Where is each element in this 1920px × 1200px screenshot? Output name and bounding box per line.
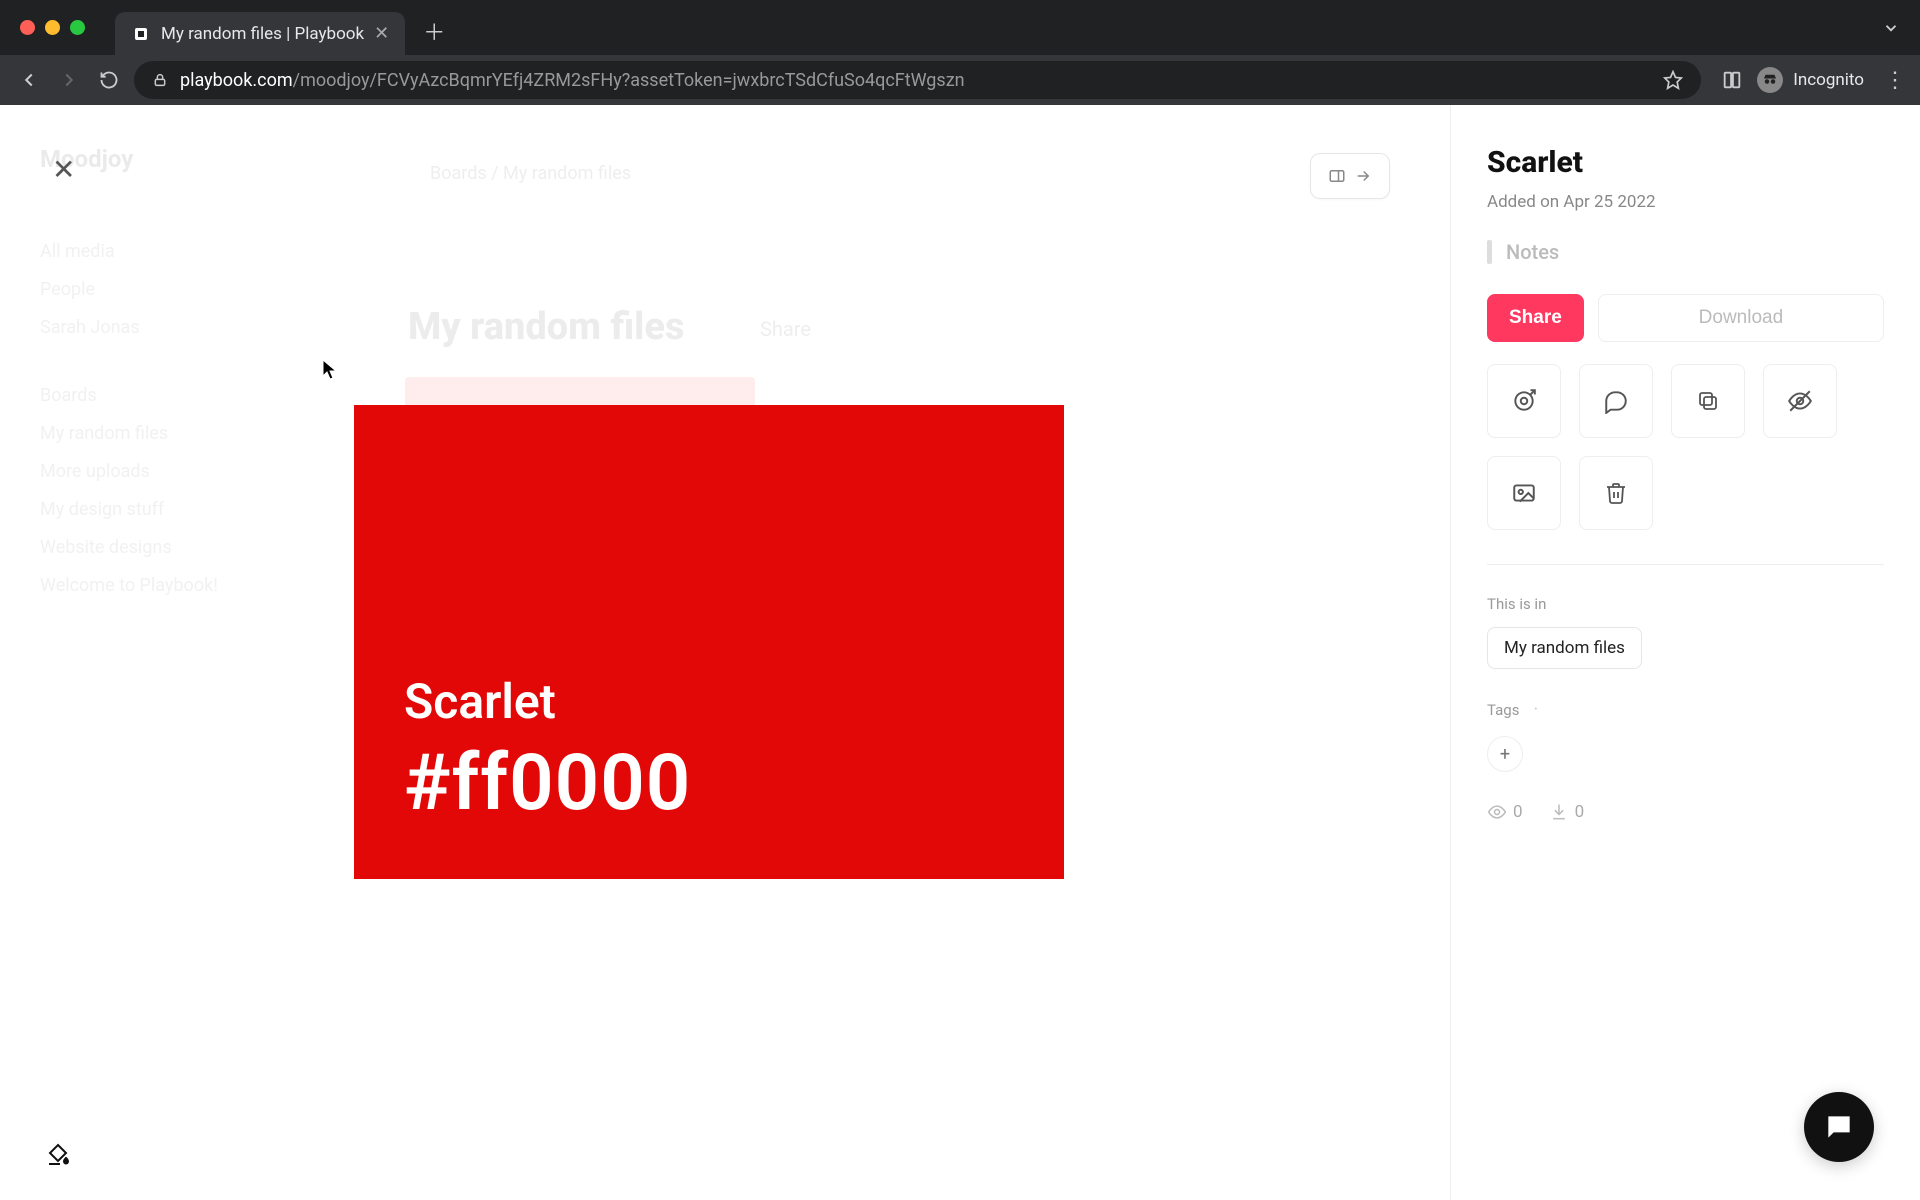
chat-fab-button[interactable] <box>1804 1092 1874 1162</box>
trash-icon <box>1604 480 1628 506</box>
bg-share-label: Share <box>760 317 811 341</box>
swatch-hex: #ff0000 <box>404 738 1014 829</box>
toolbar-right: Incognito ⋮ <box>1721 67 1906 93</box>
tab-close-icon[interactable]: ✕ <box>374 23 389 44</box>
notes-field[interactable]: Notes <box>1487 240 1884 264</box>
stats-row: 0 0 <box>1487 802 1884 822</box>
incognito-icon <box>1757 67 1783 93</box>
download-icon <box>1549 802 1569 822</box>
hide-action-button[interactable] <box>1763 364 1837 438</box>
divider <box>1487 564 1884 565</box>
delete-button[interactable] <box>1579 456 1653 530</box>
close-window-button[interactable] <box>20 20 35 35</box>
tags-header: Tags · <box>1487 699 1884 720</box>
add-tag-button[interactable]: + <box>1487 736 1523 772</box>
tags-separator-icon: · <box>1533 699 1538 720</box>
forward-button[interactable] <box>54 69 84 91</box>
asset-title: Scarlet <box>1487 145 1884 180</box>
back-button[interactable] <box>14 69 44 91</box>
chat-bubble-icon <box>1823 1111 1855 1143</box>
arrow-right-icon <box>1354 167 1372 185</box>
bg-main-title: My random files <box>408 305 685 349</box>
tab-favicon-icon <box>131 24 151 44</box>
plus-icon: + <box>1500 744 1510 765</box>
replace-image-button[interactable] <box>1487 456 1561 530</box>
views-stat: 0 <box>1487 802 1523 822</box>
tab-title: My random files | Playbook <box>161 24 364 44</box>
reload-button[interactable] <box>94 70 124 90</box>
browser-chrome: My random files | Playbook ✕ ＋ playbook.… <box>0 0 1920 105</box>
asset-added-date: Added on Apr 25 2022 <box>1487 192 1884 212</box>
panel-toggle-button[interactable] <box>1310 153 1390 199</box>
target-icon <box>1511 388 1537 414</box>
url-text: playbook.com/moodjoy/FCVyAzcBqmrYEfj4ZRM… <box>180 70 965 91</box>
maximize-window-button[interactable] <box>70 20 85 35</box>
address-bar[interactable]: playbook.com/moodjoy/FCVyAzcBqmrYEfj4ZRM… <box>134 61 1701 99</box>
page-content: Moodjoy All media People Sarah Jonas Boa… <box>0 105 1920 1200</box>
browser-toolbar: playbook.com/moodjoy/FCVyAzcBqmrYEfj4ZRM… <box>0 55 1920 105</box>
window-controls <box>20 20 85 35</box>
bookmark-star-icon[interactable] <box>1663 70 1683 90</box>
swatch-name: Scarlet <box>404 673 1014 730</box>
copy-icon <box>1696 388 1720 414</box>
incognito-label: Incognito <box>1793 70 1864 90</box>
close-overlay-button[interactable]: ✕ <box>52 153 75 186</box>
minimize-window-button[interactable] <box>45 20 60 35</box>
parent-folder-link[interactable]: My random files <box>1487 627 1642 669</box>
extensions-icon[interactable] <box>1721 69 1743 91</box>
eye-icon <box>1487 802 1507 822</box>
views-count: 0 <box>1513 802 1523 822</box>
new-tab-button[interactable]: ＋ <box>423 15 445 47</box>
incognito-indicator[interactable]: Incognito <box>1757 67 1864 93</box>
color-preview-card: Scarlet #ff0000 <box>354 405 1064 879</box>
primary-action-row: Share Download <box>1487 294 1884 342</box>
copy-action-button[interactable] <box>1671 364 1745 438</box>
share-button[interactable]: Share <box>1487 294 1584 342</box>
image-icon <box>1511 480 1537 506</box>
downloads-count: 0 <box>1575 802 1585 822</box>
downloads-stat: 0 <box>1549 802 1585 822</box>
action-icon-grid <box>1487 364 1884 530</box>
fill-tool-button[interactable] <box>46 1142 70 1166</box>
notes-label: Notes <box>1506 240 1559 264</box>
lock-icon <box>152 72 168 88</box>
target-action-button[interactable] <box>1487 364 1561 438</box>
sidebar-icon <box>1328 167 1346 185</box>
tags-label: Tags <box>1487 701 1519 719</box>
download-button[interactable]: Download <box>1598 294 1884 342</box>
notes-cursor-icon <box>1487 240 1492 264</box>
asset-detail-panel: Scarlet Added on Apr 25 2022 Notes Share… <box>1450 105 1920 1200</box>
hide-icon <box>1786 388 1814 414</box>
browser-menu-icon[interactable]: ⋮ <box>1884 68 1906 93</box>
tab-overflow-icon[interactable] <box>1882 19 1900 37</box>
mouse-cursor-icon <box>322 359 338 381</box>
window-titlebar: My random files | Playbook ✕ ＋ <box>0 0 1920 55</box>
bg-breadcrumb: Boards / My random files <box>430 163 631 184</box>
paint-bucket-icon <box>46 1142 70 1166</box>
comment-icon <box>1603 388 1629 414</box>
this-is-in-label: This is in <box>1487 595 1884 613</box>
browser-tab[interactable]: My random files | Playbook ✕ <box>115 12 405 55</box>
comment-action-button[interactable] <box>1579 364 1653 438</box>
